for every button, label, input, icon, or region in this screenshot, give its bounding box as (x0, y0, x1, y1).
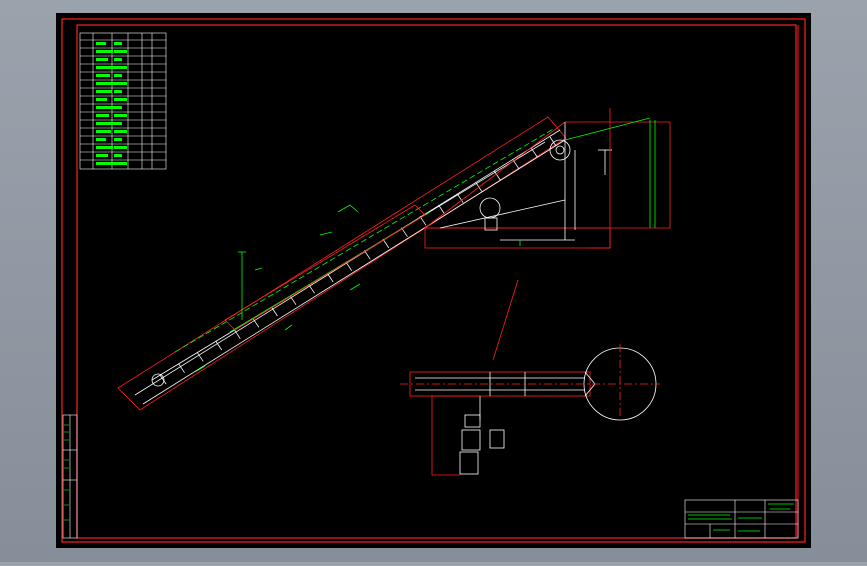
table-text-mark (114, 82, 127, 85)
cad-viewport[interactable] (0, 0, 867, 562)
drawing-canvas[interactable] (0, 0, 867, 562)
table-text-mark (114, 114, 127, 117)
table-text-mark (114, 122, 122, 125)
table-text-mark (96, 114, 109, 117)
table-text-mark (114, 66, 127, 69)
table-text-mark (96, 58, 108, 61)
table-text-mark (96, 98, 107, 101)
table-text-mark (96, 42, 106, 45)
drawing-sheet (56, 13, 811, 548)
table-text-mark (96, 146, 113, 149)
table-text-mark (114, 42, 122, 45)
table-text-mark (96, 90, 112, 93)
table-text-mark (114, 162, 127, 165)
table-text-mark (114, 154, 122, 157)
table-text-mark (114, 138, 122, 141)
table-text-mark (114, 74, 122, 77)
table-text-mark (114, 98, 127, 101)
table-text-mark (96, 154, 108, 157)
table-text-mark (96, 66, 115, 69)
table-text-mark (96, 74, 110, 77)
table-text-mark (114, 90, 122, 93)
table-text-mark (96, 82, 117, 85)
table-text-mark (114, 130, 127, 133)
table-text-mark (96, 106, 114, 109)
table-text-mark (114, 58, 122, 61)
table-text-mark (96, 130, 111, 133)
table-text-mark (114, 50, 127, 53)
table-text-mark (114, 106, 122, 109)
table-text-mark (96, 122, 116, 125)
table-text-mark (114, 146, 127, 149)
table-text-mark (96, 50, 113, 53)
table-text-mark (96, 162, 115, 165)
table-text-mark (96, 138, 106, 141)
